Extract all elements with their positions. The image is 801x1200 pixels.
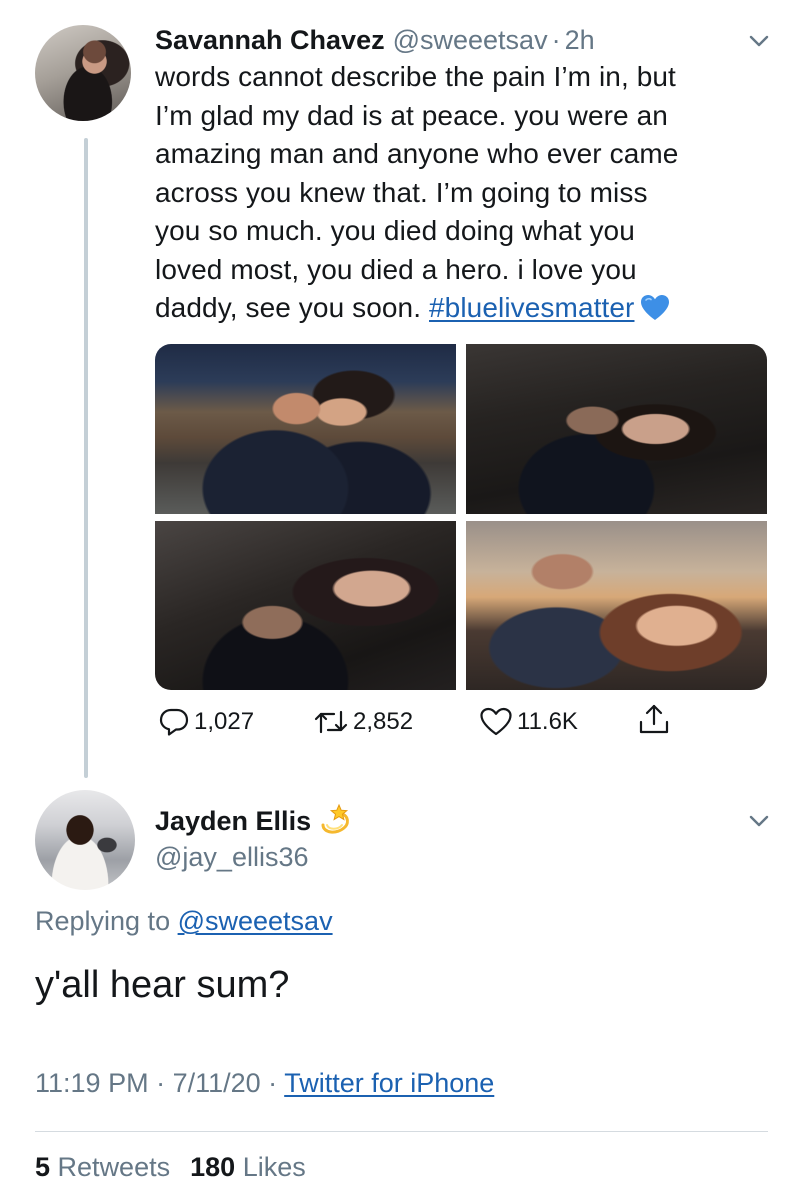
avatar[interactable] [35, 790, 135, 890]
replying-to-mention[interactable]: @sweeetsav [178, 906, 333, 936]
author-handle[interactable]: @jay_ellis36 [155, 842, 308, 873]
author-name[interactable]: Savannah Chavez [155, 25, 385, 56]
tweet-date[interactable]: 7/11/20 [173, 1068, 261, 1098]
tweet-text-line: I’m glad my dad is at peace. you were an [155, 99, 668, 131]
tweet-photo[interactable] [155, 521, 456, 690]
retweets-count: 5 [35, 1152, 51, 1182]
divider [35, 1131, 768, 1132]
likes-stat[interactable]: 180 Likes [190, 1152, 306, 1183]
likes-count: 180 [190, 1152, 236, 1182]
meta-separator: · [260, 1068, 285, 1098]
like-count: 11.6K [517, 708, 578, 735]
tweet-meta: 11:19 PM · 7/11/20 · Twitter for iPhone [35, 1068, 494, 1099]
retweet-icon [313, 706, 349, 738]
retweets-stat[interactable]: 5 Retweets [35, 1152, 170, 1183]
time-separator: · [551, 24, 561, 55]
likes-label: Likes [242, 1152, 306, 1182]
hashtag-link[interactable]: #bluelivesmatter [429, 292, 634, 323]
chevron-down-icon[interactable] [748, 30, 770, 52]
tweet-text-line: loved most, you died a hero. i love you [155, 253, 637, 285]
retweet-button[interactable]: 2,852 [313, 706, 413, 738]
reply-button[interactable]: 1,027 [158, 706, 254, 738]
author-handle[interactable]: @sweeetsav [393, 25, 548, 56]
retweet-count: 2,852 [353, 708, 414, 735]
tweet-text-tail: daddy, see you soon. [155, 292, 429, 323]
engagement-stats: 5 Retweets 180 Likes [35, 1152, 306, 1183]
share-icon [637, 702, 671, 738]
tweet-text-line: across you knew that. I’m going to miss [155, 176, 648, 208]
tweet-text-line-last: daddy, see you soon. #bluelivesmatter [155, 289, 775, 328]
photo-grid [155, 344, 767, 690]
tweet-header: Savannah Chavez @sweeetsav · 2h [155, 22, 595, 58]
blue-heart-icon [640, 294, 670, 322]
replying-to: Replying to @sweeetsav [35, 906, 333, 937]
dizzy-icon [317, 803, 353, 839]
reply-header: Jayden Ellis [155, 801, 353, 841]
tweet-photo[interactable] [155, 344, 456, 514]
tweet-text-line: words cannot describe the pain I’m in, b… [155, 61, 676, 92]
tweet-photo[interactable] [466, 344, 767, 514]
reply-count: 1,027 [194, 708, 255, 735]
author-name[interactable]: Jayden Ellis [155, 806, 311, 837]
reply-icon [158, 706, 190, 738]
avatar[interactable] [35, 25, 131, 121]
like-button[interactable]: 11.6K [479, 706, 578, 738]
reply-text: y'all hear sum? [35, 964, 290, 1006]
tweet-text-line: amazing man and anyone who ever came [155, 138, 679, 169]
meta-separator: · [148, 1068, 173, 1098]
share-button[interactable] [637, 704, 671, 736]
tweet-text: words cannot describe the pain I’m in, b… [155, 58, 775, 328]
tweet-time[interactable]: 11:19 PM [35, 1068, 149, 1098]
source-link[interactable]: Twitter for iPhone [284, 1068, 494, 1098]
tweet-time[interactable]: 2h [565, 25, 595, 56]
replying-prefix: Replying to [35, 906, 178, 936]
tweet-text-line: you so much. you died doing what you [155, 215, 635, 246]
like-icon [479, 706, 513, 738]
thread-line [84, 138, 88, 778]
tweet-photo[interactable] [466, 521, 767, 690]
chevron-down-icon[interactable] [748, 810, 770, 832]
retweets-label: Retweets [57, 1152, 171, 1182]
